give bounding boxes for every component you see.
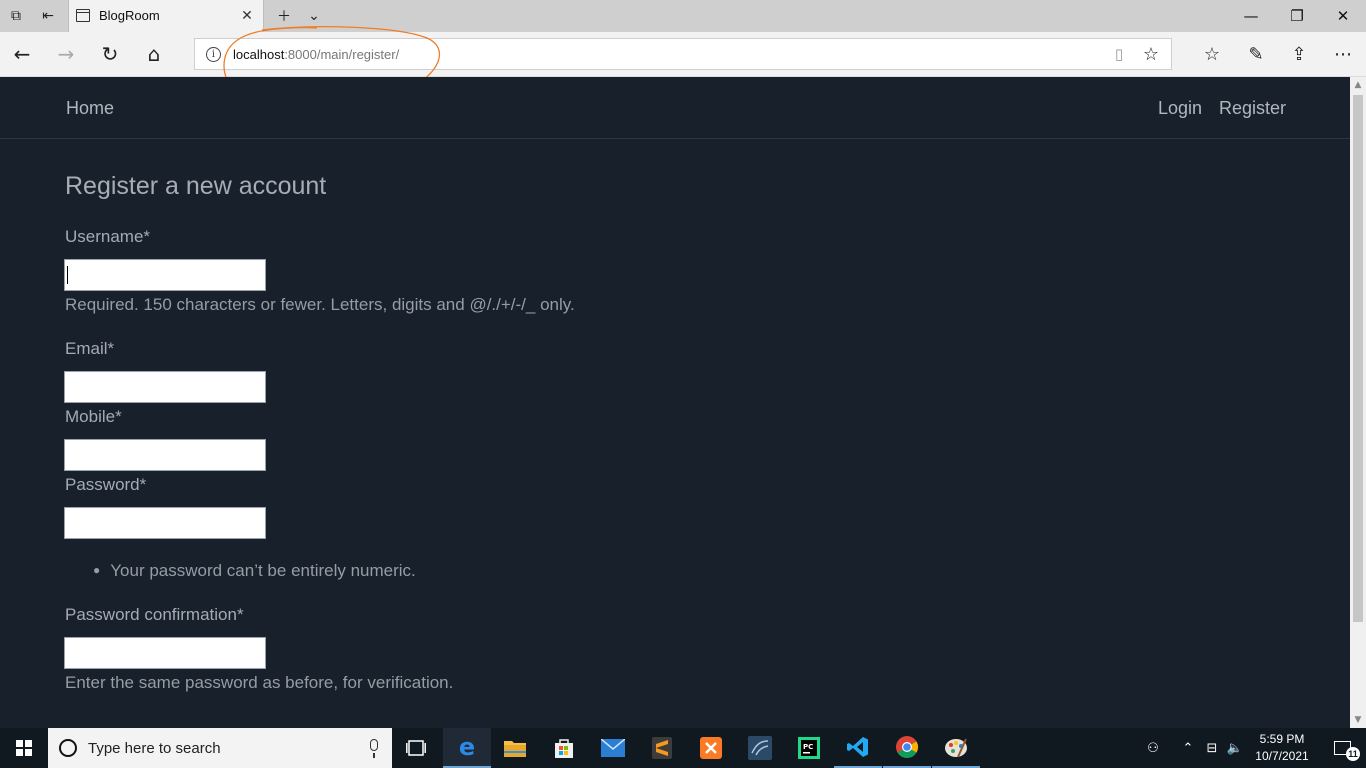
- windows-logo-icon: [16, 740, 32, 756]
- browser-tab-bar: ⧉ ⇤ BlogRoom ✕ ＋ ⌄ — ❐ ✕: [0, 0, 1366, 32]
- new-tab-icon[interactable]: ＋: [268, 0, 300, 32]
- url-host: localhost: [233, 47, 285, 62]
- action-center-button[interactable]: 11: [1318, 728, 1366, 768]
- page-title: Register a new account: [65, 172, 327, 200]
- favorites-hub-icon[interactable]: ☆: [1192, 36, 1232, 72]
- mail-icon[interactable]: [589, 728, 637, 768]
- web-note-icon[interactable]: ✎: [1236, 36, 1276, 72]
- clock-time: 5:59 PM: [1259, 732, 1305, 746]
- svg-text:e: e: [459, 735, 475, 759]
- vertical-scrollbar[interactable]: ▲ ▼: [1350, 77, 1366, 728]
- password-input[interactable]: [64, 507, 266, 539]
- close-tab-icon[interactable]: ✕: [237, 0, 257, 32]
- address-bar[interactable]: i localhost:8000/main/register/ ▯ ☆: [194, 38, 1172, 70]
- show-hidden-icons-chevron-icon[interactable]: ⌃: [1177, 728, 1199, 768]
- volume-icon[interactable]: 🔈: [1224, 728, 1246, 768]
- clock-date: 10/7/2021: [1255, 749, 1309, 763]
- nav-register-link[interactable]: Register: [1219, 98, 1286, 119]
- username-label: Username*: [65, 227, 151, 246]
- pycharm-icon[interactable]: PC: [785, 728, 833, 768]
- tab-list-chevron-icon[interactable]: ⌄: [298, 0, 330, 32]
- password-confirm-label: Password confirmation*: [65, 605, 244, 624]
- text-caret: [67, 266, 68, 284]
- password-confirm-help-text: Enter the same password as before, for v…: [65, 673, 454, 692]
- more-menu-icon[interactable]: ⋯: [1323, 36, 1363, 72]
- scroll-up-icon[interactable]: ▲: [1350, 77, 1366, 93]
- email-label: Email*: [65, 339, 115, 358]
- bullet-icon: ●: [93, 563, 101, 577]
- browser-tab[interactable]: BlogRoom ✕: [68, 0, 264, 32]
- password-confirm-input[interactable]: [64, 637, 266, 669]
- task-view-icon[interactable]: [392, 728, 440, 768]
- site-navbar: Home Login Register: [0, 77, 1350, 139]
- url-path: :8000/main/register/: [284, 47, 400, 62]
- people-icon[interactable]: ⚇: [1140, 728, 1166, 768]
- vscode-icon[interactable]: [834, 728, 882, 768]
- minimize-button[interactable]: —: [1228, 0, 1274, 32]
- windows-taskbar: Type here to search e PC ⚇ ⌃ ⊟ 🔈 5:59 PM: [0, 728, 1366, 768]
- reading-view-icon[interactable]: ▯: [1109, 44, 1129, 64]
- paint-icon[interactable]: [932, 728, 980, 768]
- password-label: Password*: [65, 475, 147, 494]
- microphone-icon[interactable]: [370, 739, 378, 758]
- back-icon[interactable]: ←: [2, 36, 42, 72]
- home-icon[interactable]: ⌂: [134, 36, 174, 72]
- notification-count-badge: 11: [1346, 747, 1360, 761]
- edge-icon[interactable]: e: [443, 728, 491, 768]
- start-button[interactable]: [0, 728, 48, 768]
- cortana-icon: [59, 739, 77, 757]
- password-rule-item: ● Your password can’t be entirely numeric…: [93, 561, 416, 581]
- favorite-star-icon[interactable]: ☆: [1141, 44, 1161, 65]
- page-viewport: Home Login Register Register a new accou…: [0, 77, 1350, 728]
- set-aside-tabs-icon[interactable]: ⇤: [32, 0, 64, 32]
- svg-text:PC: PC: [803, 743, 813, 751]
- refresh-icon[interactable]: ↻: [90, 36, 130, 72]
- browser-toolbar: ← → ↻ ⌂ i localhost:8000/main/register/ …: [0, 32, 1366, 77]
- username-input[interactable]: [64, 259, 266, 291]
- url-text[interactable]: localhost:8000/main/register/: [233, 47, 399, 62]
- network-icon[interactable]: ⊟: [1201, 728, 1223, 768]
- scrollbar-thumb[interactable]: [1353, 95, 1363, 622]
- tab-preview-icon[interactable]: ⧉: [0, 0, 32, 32]
- username-help-text: Required. 150 characters or fewer. Lette…: [65, 295, 575, 314]
- scroll-down-icon[interactable]: ▼: [1350, 712, 1366, 728]
- sublime-text-icon[interactable]: [638, 728, 686, 768]
- share-icon[interactable]: ⇪: [1279, 36, 1319, 72]
- email-input[interactable]: [64, 371, 266, 403]
- close-window-button[interactable]: ✕: [1320, 0, 1366, 32]
- mysql-workbench-icon[interactable]: [736, 728, 784, 768]
- page-icon: [76, 9, 90, 22]
- taskbar-clock[interactable]: 5:59 PM 10/7/2021: [1247, 731, 1317, 765]
- nav-home-link[interactable]: Home: [66, 98, 114, 119]
- chrome-icon[interactable]: [883, 728, 931, 768]
- taskbar-search-box[interactable]: Type here to search: [48, 728, 392, 768]
- mobile-label: Mobile*: [65, 407, 122, 426]
- restore-button[interactable]: ❐: [1274, 0, 1320, 32]
- search-placeholder: Type here to search: [88, 740, 221, 757]
- nav-login-link[interactable]: Login: [1158, 98, 1202, 119]
- tab-title: BlogRoom: [99, 8, 160, 23]
- xampp-icon[interactable]: [687, 728, 735, 768]
- store-icon[interactable]: [540, 728, 588, 768]
- forward-icon[interactable]: →: [46, 36, 86, 72]
- mobile-input[interactable]: [64, 439, 266, 471]
- file-explorer-icon[interactable]: [491, 728, 539, 768]
- site-info-icon[interactable]: i: [206, 47, 221, 62]
- password-rule-text: Your password can’t be entirely numeric.: [110, 561, 416, 580]
